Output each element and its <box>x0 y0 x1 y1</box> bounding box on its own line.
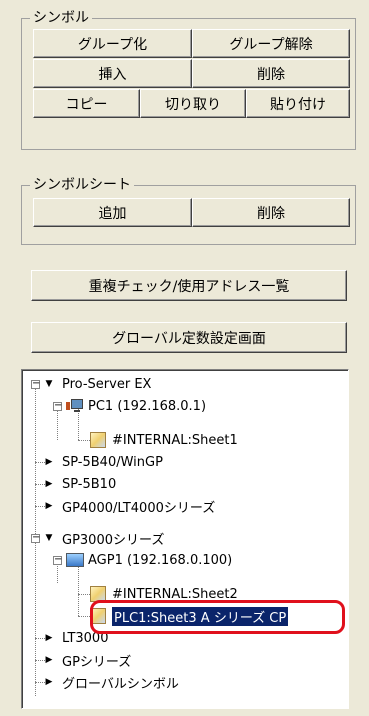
expanded-arrow-icon: ▼ <box>45 533 53 543</box>
collapsed-arrow-icon: ▶ <box>45 479 53 489</box>
tree-line <box>57 406 58 440</box>
tree-item-gp3000[interactable]: ▼ GP3000シリーズ <box>42 527 165 549</box>
collapse-toggle-pro-server[interactable]: − <box>31 379 40 389</box>
highlight-annotation <box>90 600 345 634</box>
delete-symbol-button[interactable]: 削除 <box>192 59 350 88</box>
group-button[interactable]: グループ化 <box>33 29 192 58</box>
tree-item-label: グローバルシンボル <box>62 676 179 692</box>
collapsed-arrow-icon: ▶ <box>45 457 53 467</box>
pc-icon <box>66 399 84 413</box>
symbol-group: シンボル グループ化 グループ解除 挿入 削除 コピー 切り取り 貼り付け <box>21 9 356 150</box>
insert-button[interactable]: 挿入 <box>33 59 192 88</box>
collapsed-arrow-icon: ▶ <box>45 655 53 665</box>
expanded-arrow-icon: ▼ <box>45 379 53 389</box>
ungroup-button[interactable]: グループ解除 <box>192 29 350 58</box>
global-constant-button[interactable]: グローバル定数設定画面 <box>31 322 347 353</box>
tree-item-label: GP4000/LT4000シリーズ <box>62 500 216 516</box>
tree-item-global-symbol[interactable]: ▶ グローバルシンボル <box>42 671 179 693</box>
cut-button[interactable]: 切り取り <box>140 89 246 118</box>
tree-item-label: SP-5B10 <box>62 476 117 492</box>
tree-item-label: SP-5B40/WinGP <box>62 454 163 470</box>
duplicate-check-button[interactable]: 重複チェック/使用アドレス一覧 <box>31 270 347 301</box>
tree-item-gp4000[interactable]: ▶ GP4000/LT4000シリーズ <box>42 495 216 517</box>
tree-item-pc1-sheet1[interactable]: #INTERNAL:Sheet1 <box>90 429 238 451</box>
delete-sheet-button[interactable]: 削除 <box>192 198 350 227</box>
tree-item-sp5b40[interactable]: ▶ SP-5B40/WinGP <box>42 451 163 473</box>
collapse-toggle-gp3000[interactable]: − <box>31 533 40 543</box>
collapsed-arrow-icon: ▶ <box>45 677 53 687</box>
symbol-sheet-group-title: シンボルシート <box>30 176 134 194</box>
collapsed-arrow-icon: ▶ <box>45 633 53 643</box>
collapse-toggle-pc1[interactable]: − <box>53 401 62 411</box>
copy-button[interactable]: コピー <box>33 89 140 118</box>
tree-item-label: GP3000シリーズ <box>62 532 165 548</box>
tree-item-label: #INTERNAL:Sheet1 <box>112 432 238 448</box>
symbol-tree[interactable]: − − − − ▼ Pro-Server EX PC1 (192.168.0.1… <box>21 369 349 709</box>
tree-item-agp1[interactable]: AGP1 (192.168.0.100) <box>66 549 232 571</box>
symbol-sheet-icon <box>90 432 106 448</box>
symbol-sheet-group: シンボルシート 追加 削除 <box>21 176 356 245</box>
collapsed-arrow-icon: ▶ <box>45 501 53 511</box>
tree-item-pc1[interactable]: PC1 (192.168.0.1) <box>66 395 206 417</box>
tree-item-gp-series[interactable]: ▶ GPシリーズ <box>42 649 132 671</box>
tree-item-sp5b10[interactable]: ▶ SP-5B10 <box>42 473 117 495</box>
tree-item-label: Pro-Server EX <box>62 376 152 392</box>
tree-item-label: AGP1 (192.168.0.100) <box>88 552 233 568</box>
tree-item-label: PC1 (192.168.0.1) <box>88 398 207 414</box>
tree-item-label: GPシリーズ <box>62 654 132 670</box>
collapse-toggle-agp1[interactable]: − <box>53 555 62 565</box>
add-sheet-button[interactable]: 追加 <box>33 198 192 227</box>
tree-item-pro-server[interactable]: ▼ Pro-Server EX <box>42 373 152 395</box>
display-unit-icon <box>66 553 84 567</box>
symbol-group-title: シンボル <box>30 9 92 27</box>
paste-button[interactable]: 貼り付け <box>246 89 350 118</box>
